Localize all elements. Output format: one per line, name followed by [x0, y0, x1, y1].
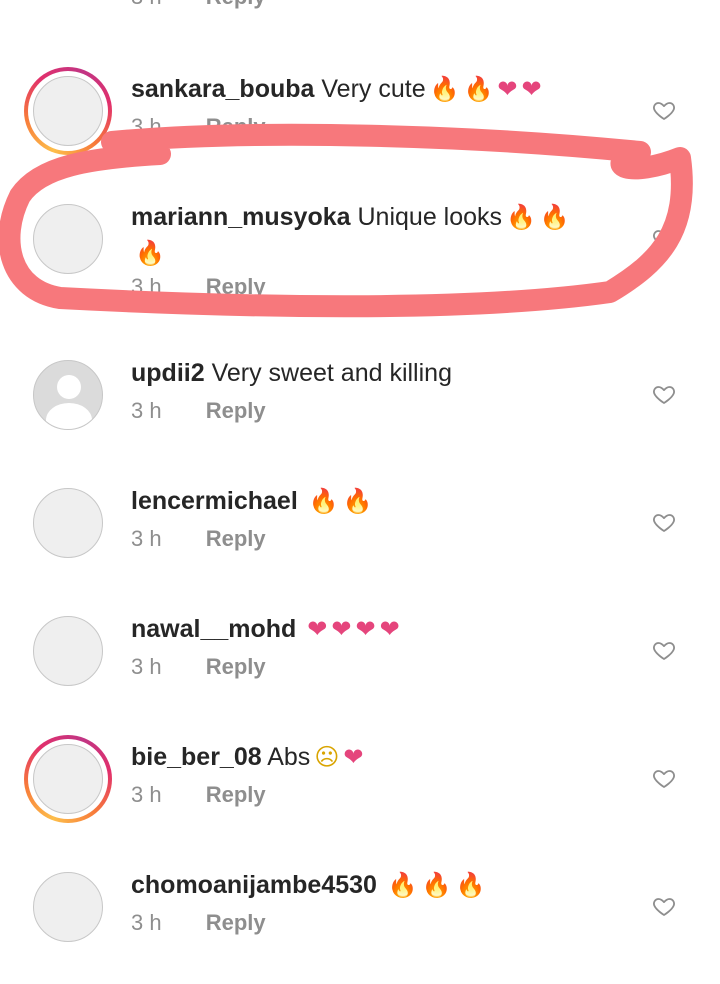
comment-item: chomoanijambe4530 🔥 🔥 🔥 3 h Reply	[0, 856, 720, 984]
comment-text: nawal__mohd ❤ ❤ ❤ ❤	[131, 611, 611, 647]
comment-emojis: ❤ ❤ ❤ ❤	[303, 615, 399, 643]
avatar-image	[33, 744, 103, 814]
avatar[interactable]	[33, 872, 103, 942]
avatar[interactable]	[24, 67, 112, 155]
comment-meta: 3 h Reply	[131, 654, 266, 680]
avatar[interactable]	[24, 735, 112, 823]
heart-emoji: ❤	[521, 75, 542, 103]
comment-username[interactable]: bie_ber_08	[131, 743, 262, 771]
heart-outline-icon[interactable]	[652, 638, 676, 662]
comment-username[interactable]: sankara_bouba	[131, 75, 314, 103]
fire-emoji: 🔥	[421, 871, 452, 899]
comment-meta: 3 h Reply	[131, 398, 266, 424]
comment-time: 3 h	[131, 0, 162, 9]
heart-emoji: ❤	[497, 75, 518, 103]
comment-item: mariann_musyoka Unique looks 🔥 🔥🔥 3 h Repl…	[0, 188, 720, 316]
comment-item: sankara_bouba Very cute 🔥 🔥 ❤ ❤ 3 h Reply	[0, 60, 720, 188]
comment-time: 3 h	[131, 782, 162, 807]
comment-body: Very cute	[321, 75, 426, 103]
heart-outline-icon[interactable]	[652, 382, 676, 406]
heart-outline-icon[interactable]	[652, 226, 676, 250]
comment-body: Unique looks	[357, 203, 503, 231]
avatar-image	[33, 76, 103, 146]
fire-emoji: 🔥	[506, 203, 536, 231]
comment-time: 3 h	[131, 654, 162, 679]
reply-button[interactable]: Reply	[206, 526, 266, 551]
comment-meta: 3 h Reply	[131, 114, 266, 140]
comment-emojis: 🔥🔥🔥	[384, 871, 486, 899]
reply-button[interactable]: Reply	[206, 654, 266, 679]
fire-emoji: 🔥	[342, 487, 373, 515]
reply-button[interactable]: Reply	[206, 398, 266, 423]
reply-button[interactable]: Reply	[206, 274, 266, 299]
comment-body: Very sweet and killing	[211, 359, 452, 387]
comment-meta: 3 h Reply	[131, 910, 266, 936]
avatar-silhouette-body	[46, 403, 92, 429]
comment-text: sankara_bouba Very cute 🔥 🔥 ❤ ❤	[131, 71, 611, 107]
comment-text: lencermichael 🔥 🔥	[131, 483, 611, 519]
fire-emoji: 🔥	[387, 871, 418, 899]
comment-text: updii2 Very sweet and killing	[131, 355, 611, 391]
heart-outline-icon[interactable]	[652, 894, 676, 918]
heart-emoji: ❤	[307, 615, 328, 643]
comment-time: 3 h	[131, 274, 162, 299]
fire-emoji: 🔥	[429, 75, 460, 103]
avatar-ring-gap	[28, 739, 108, 819]
comment-emojis: ☹ ❤	[310, 743, 363, 771]
fire-emoji: 🔥	[539, 203, 570, 231]
fire-emoji: 🔥	[463, 75, 494, 103]
heart-outline-icon[interactable]	[652, 98, 676, 122]
comment-username[interactable]: chomoanijambe4530	[131, 871, 377, 899]
reply-button[interactable]: Reply	[206, 0, 266, 9]
heart-outline-icon[interactable]	[652, 510, 676, 534]
fire-emoji: 🔥	[135, 239, 165, 267]
comment-username[interactable]: lencermichael	[131, 487, 298, 515]
comment-body: Abs	[267, 743, 311, 771]
comment-emojis: 🔥 🔥 ❤ ❤	[426, 75, 542, 103]
heart-emoji: ❤	[355, 615, 376, 643]
avatar[interactable]	[33, 204, 103, 274]
avatar[interactable]	[33, 488, 103, 558]
partial-comment: 3 h Reply	[0, 0, 720, 14]
comment-meta: 3 h Reply	[131, 274, 266, 300]
comment-item: updii2 Very sweet and killing 3 h Reply	[0, 344, 720, 472]
heart-outline-icon[interactable]	[652, 766, 676, 790]
comment-item: bie_ber_08 Abs ☹ ❤ 3 h Reply	[0, 728, 720, 856]
avatar-silhouette-head	[57, 375, 81, 399]
heart-emoji: ❤	[343, 743, 364, 771]
reply-button[interactable]: Reply	[206, 114, 266, 139]
sad-face-emoji: ☹	[314, 743, 340, 771]
comment-item: lencermichael 🔥 🔥 3 h Reply	[0, 472, 720, 600]
avatar-ring-gap	[28, 71, 108, 151]
default-avatar[interactable]	[33, 360, 103, 430]
heart-emoji: ❤	[379, 615, 400, 643]
comment-text: chomoanijambe4530 🔥 🔥 🔥	[131, 867, 611, 903]
reply-button[interactable]: Reply	[206, 782, 266, 807]
comment-meta: 3 h Reply	[131, 782, 266, 808]
comment-username[interactable]: mariann_musyoka	[131, 203, 351, 231]
comment-emojis: 🔥 🔥	[305, 487, 373, 515]
heart-emoji: ❤	[331, 615, 352, 643]
comment-time: 3 h	[131, 398, 162, 423]
comment-text: mariann_musyoka Unique looks 🔥 🔥🔥	[131, 199, 601, 271]
fire-emoji: 🔥	[308, 487, 339, 515]
comment-time: 3 h	[131, 526, 162, 551]
comment-username[interactable]: updii2	[131, 359, 205, 387]
comment-meta: 3 h Reply	[131, 526, 266, 552]
comment-time: 3 h	[131, 114, 162, 139]
comment-meta: 3 h Reply	[131, 0, 266, 10]
avatar[interactable]	[33, 616, 103, 686]
fire-emoji: 🔥	[455, 871, 486, 899]
comment-username[interactable]: nawal__mohd	[131, 615, 296, 643]
comment-item: nawal__mohd ❤ ❤ ❤ ❤ 3 h Reply	[0, 600, 720, 728]
comment-text: bie_ber_08 Abs ☹ ❤	[131, 739, 611, 775]
